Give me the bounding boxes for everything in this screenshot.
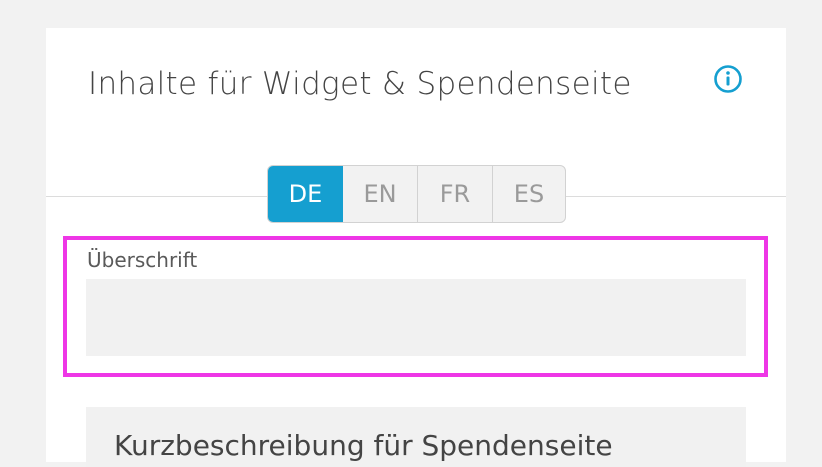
info-icon[interactable]	[713, 64, 743, 94]
tab-en[interactable]: EN	[343, 166, 418, 222]
content-card: Inhalte für Widget & Spendenseite DE EN …	[46, 28, 786, 467]
card-title: Inhalte für Widget & Spendenseite	[88, 66, 632, 102]
tab-es[interactable]: ES	[493, 166, 565, 222]
headline-label: Überschrift	[87, 248, 198, 272]
tab-de[interactable]: DE	[268, 166, 343, 222]
headline-input[interactable]	[86, 279, 746, 356]
tab-fr[interactable]: FR	[418, 166, 493, 222]
language-tabs: DE EN FR ES	[267, 165, 566, 223]
short-description-title: Kurzbeschreibung für Spendenseite	[114, 429, 613, 462]
short-description-section[interactable]: Kurzbeschreibung für Spendenseite	[86, 407, 746, 467]
